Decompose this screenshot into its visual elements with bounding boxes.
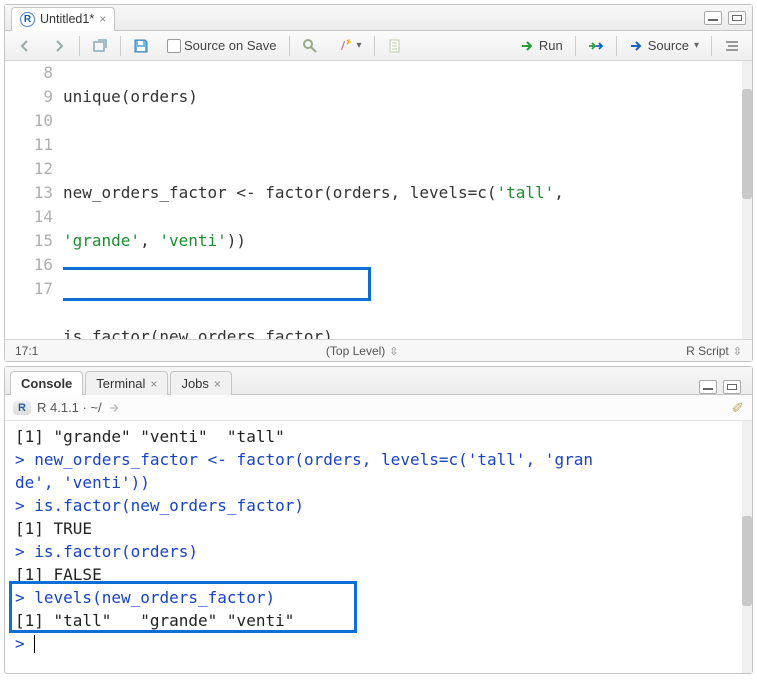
r-file-icon: R	[20, 12, 35, 27]
source-button[interactable]: Source ▾	[623, 35, 705, 57]
maximize-icon[interactable]	[723, 380, 741, 394]
separator	[575, 36, 576, 56]
code-tools-button[interactable]: ▾	[330, 35, 368, 57]
editor-status-bar: 17:1 (Top Level) R Script	[5, 339, 752, 361]
source-editor-pane: R Untitled1* × Source on Save	[4, 4, 753, 362]
separator	[374, 36, 375, 56]
tab-console[interactable]: Console	[10, 371, 83, 395]
chevron-down-icon: ▾	[357, 40, 362, 51]
console-output[interactable]: [1] "grande" "venti" "tall" > new_orders…	[5, 421, 752, 673]
editor-toolbar: Source on Save ▾ Run Source ▾	[5, 31, 752, 61]
file-tab-untitled1[interactable]: R Untitled1* ×	[11, 7, 115, 31]
editor-tabbar: R Untitled1* ×	[5, 5, 752, 31]
separator	[120, 36, 121, 56]
source-on-save-label: Source on Save	[184, 38, 277, 53]
separator	[616, 36, 617, 56]
updown-icon	[389, 344, 398, 358]
run-label: Run	[539, 38, 563, 53]
cursor	[34, 635, 35, 653]
separator	[79, 36, 80, 56]
back-button[interactable]	[11, 35, 39, 57]
console-pane: Console Terminal × Jobs × R R 4.1.1 · ~/…	[4, 366, 753, 674]
file-tab-title: Untitled1*	[40, 12, 94, 26]
console-scrollbar[interactable]	[742, 421, 752, 673]
go-to-dir-icon[interactable]	[108, 401, 122, 415]
r-logo-icon: R	[13, 401, 31, 415]
close-icon[interactable]: ×	[150, 377, 157, 391]
checkbox-icon	[167, 39, 181, 53]
pane-window-controls	[699, 380, 741, 394]
source-on-save-toggle[interactable]: Source on Save	[161, 35, 283, 56]
source-label: Source	[648, 38, 689, 53]
highlight-box-editor	[63, 267, 371, 301]
updown-icon	[733, 344, 742, 358]
tab-jobs[interactable]: Jobs ×	[170, 371, 231, 395]
separator	[289, 36, 290, 56]
code-text[interactable]: unique(orders) new_orders_factor <- fact…	[63, 61, 742, 339]
pane-window-controls	[704, 11, 746, 25]
scope-indicator[interactable]: (Top Level)	[326, 344, 385, 358]
rerun-button[interactable]	[582, 35, 610, 57]
cursor-position: 17:1	[15, 344, 38, 358]
tab-terminal[interactable]: Terminal ×	[85, 371, 168, 395]
forward-button[interactable]	[45, 35, 73, 57]
maximize-icon[interactable]	[728, 11, 746, 25]
show-in-new-window-button[interactable]	[86, 35, 114, 57]
clear-console-icon[interactable]: ✐	[731, 399, 744, 417]
code-editor[interactable]: 8 9 10 11 12 13 14 15 16 17 unique(order…	[5, 61, 752, 339]
console-subheader: R R 4.1.1 · ~/ ✐	[5, 395, 752, 421]
highlight-box-console	[9, 581, 357, 633]
scrollbar-thumb[interactable]	[742, 516, 752, 606]
file-type-indicator[interactable]: R Script	[686, 344, 729, 358]
r-version-path: R 4.1.1 · ~/	[37, 400, 102, 415]
find-button[interactable]	[296, 35, 324, 57]
separator	[711, 36, 712, 56]
run-button[interactable]: Run	[514, 35, 569, 57]
close-icon[interactable]: ×	[214, 377, 221, 391]
compile-report-button[interactable]	[381, 35, 409, 57]
line-number-gutter: 8 9 10 11 12 13 14 15 16 17	[5, 61, 63, 339]
chevron-down-icon: ▾	[694, 40, 699, 51]
save-button[interactable]	[127, 35, 155, 57]
close-icon[interactable]: ×	[99, 12, 106, 26]
editor-scrollbar[interactable]	[742, 61, 752, 339]
outline-button[interactable]	[718, 35, 746, 57]
minimize-icon[interactable]	[704, 11, 722, 25]
scrollbar-thumb[interactable]	[742, 89, 752, 199]
console-tabbar: Console Terminal × Jobs ×	[5, 367, 752, 395]
minimize-icon[interactable]	[699, 380, 717, 394]
